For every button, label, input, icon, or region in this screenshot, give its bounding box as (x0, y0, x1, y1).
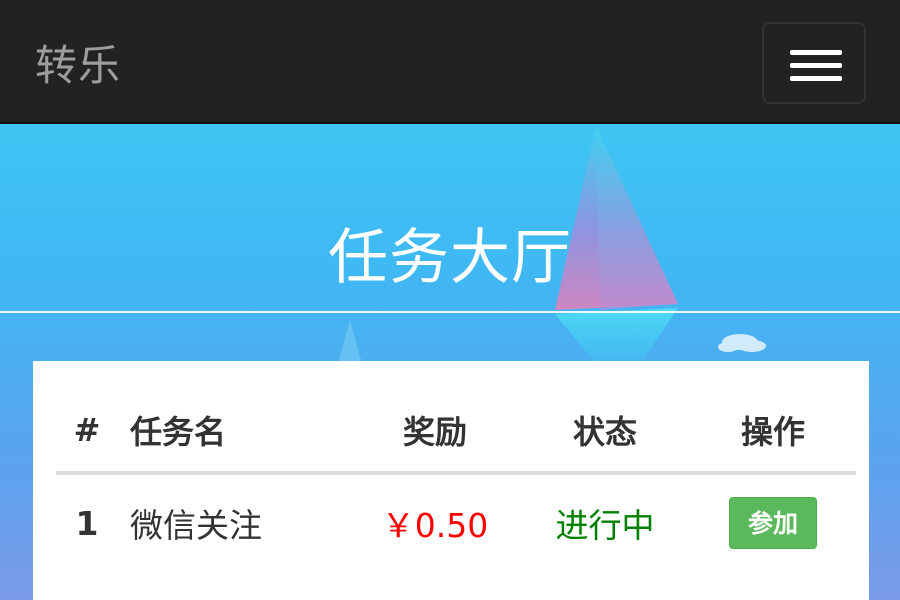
header-number: # (56, 389, 118, 475)
cloud-shape (718, 334, 766, 352)
task-hall-page: 转乐 任务大厅 # 任务名 奖励 状态 操作 1 微信关注 ￥0.50 进行中 … (0, 0, 900, 600)
header-reward: 奖励 (350, 389, 520, 475)
top-navbar: 转乐 (0, 0, 900, 124)
page-title: 任务大厅 (328, 223, 572, 293)
task-action-cell: 参加 (690, 473, 856, 571)
header-task-name: 任务名 (118, 389, 350, 475)
task-table: # 任务名 奖励 状态 操作 1 微信关注 ￥0.50 进行中 参加 (56, 389, 856, 571)
header-status: 状态 (520, 389, 690, 475)
small-sail-shape (338, 320, 362, 364)
brand-link[interactable]: 转乐 (35, 38, 121, 94)
task-table-card: # 任务名 奖励 状态 操作 1 微信关注 ￥0.50 进行中 参加 (33, 361, 869, 600)
table-header-row: # 任务名 奖励 状态 操作 (56, 389, 856, 475)
task-status: 进行中 (555, 506, 655, 545)
title-divider (0, 311, 900, 313)
task-reward: ￥0.50 (381, 506, 489, 545)
menu-toggle-button[interactable] (762, 22, 866, 104)
header-action: 操作 (690, 389, 856, 475)
row-number: 1 (75, 503, 99, 543)
join-task-button[interactable]: 参加 (729, 497, 817, 549)
task-name: 微信关注 (130, 506, 262, 545)
table-row: 1 微信关注 ￥0.50 进行中 参加 (56, 473, 856, 571)
